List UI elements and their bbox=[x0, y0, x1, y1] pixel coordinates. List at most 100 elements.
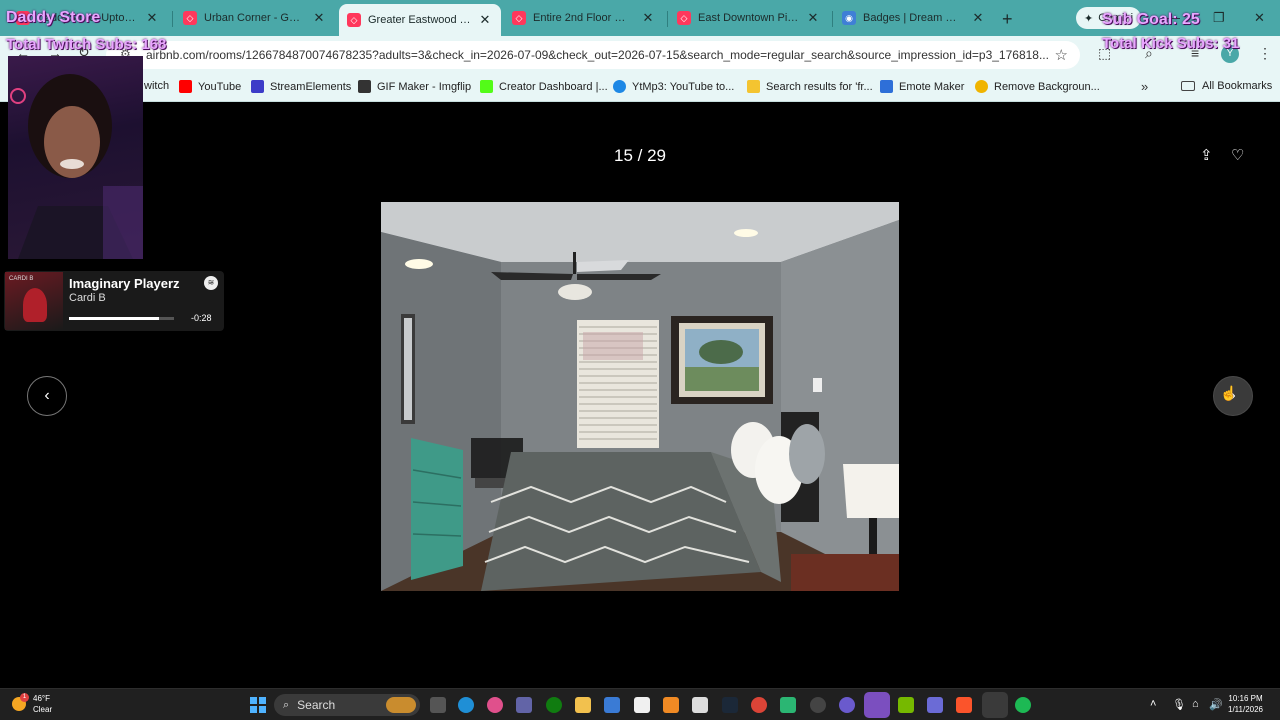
steam-icon[interactable] bbox=[722, 697, 738, 713]
search-highlight-icon bbox=[386, 697, 416, 713]
address-bar[interactable]: ⚙ airbnb.com/rooms/1266784870074678235?a… bbox=[106, 41, 1080, 69]
emote-maker-icon bbox=[880, 80, 893, 93]
tray-overflow-icon[interactable]: ˄ bbox=[1150, 698, 1156, 710]
nvidia-icon[interactable] bbox=[898, 697, 914, 713]
obs-icon[interactable] bbox=[810, 697, 826, 713]
previous-photo-button[interactable]: ‹ bbox=[27, 376, 67, 416]
url-text: airbnb.com/rooms/1266784870074678235?adu… bbox=[146, 48, 1049, 62]
chrome-active-icon[interactable] bbox=[982, 692, 1008, 718]
network-icon[interactable]: ⌂ bbox=[1192, 698, 1199, 710]
weather-sun-icon: 1 bbox=[12, 693, 29, 711]
tab-3[interactable]: ◇ Entire 2nd Floor Mont ✕ bbox=[504, 4, 664, 32]
streamelements-icon bbox=[251, 80, 264, 93]
airbnb-icon: ◇ bbox=[512, 11, 526, 25]
app-purple-icon[interactable] bbox=[839, 697, 855, 713]
edge-icon[interactable] bbox=[458, 697, 474, 713]
tab-title: Urban Corner - Guestl bbox=[204, 12, 305, 24]
close-icon[interactable]: ✕ bbox=[144, 10, 160, 26]
windows-start-icon[interactable] bbox=[250, 697, 266, 713]
song-artist: Cardi B bbox=[69, 292, 106, 304]
app-blue-icon[interactable] bbox=[927, 697, 943, 713]
restore-icon[interactable]: ❐ bbox=[1213, 10, 1225, 26]
stream-user-label: Daddy Store bbox=[6, 9, 101, 26]
twitch-subs-counter: Total Twitch Subs: 168 bbox=[6, 36, 167, 53]
close-icon[interactable]: ✕ bbox=[970, 10, 986, 26]
all-bookmarks-button[interactable]: All Bookmarks bbox=[1181, 80, 1272, 92]
bookmark-label: witch bbox=[144, 80, 170, 92]
tab-1[interactable]: ◇ Urban Corner - Guestl ✕ bbox=[175, 4, 335, 32]
notepad-icon[interactable] bbox=[634, 697, 650, 713]
spotify-taskbar-icon[interactable] bbox=[1015, 697, 1031, 713]
tab-strip: ◇ DaddyStore: Uptown - Val ✕ ◇ Urban Cor… bbox=[0, 0, 1280, 36]
photo-counter: 15 / 29 bbox=[614, 146, 666, 165]
close-icon[interactable]: ✕ bbox=[640, 10, 656, 26]
webcam-overlay bbox=[8, 56, 143, 259]
tab-2-active[interactable]: ◇ Greater Eastwood Trip ✕ bbox=[339, 4, 501, 36]
app-orange-icon[interactable] bbox=[663, 697, 679, 713]
brave-icon[interactable] bbox=[956, 697, 972, 713]
taskbar-search[interactable]: ⌕ Search bbox=[274, 694, 420, 716]
close-window-icon[interactable]: ✕ bbox=[1254, 10, 1265, 26]
tab-title: East Downtown Pied- bbox=[698, 12, 799, 24]
heart-icon[interactable]: ♡ bbox=[1231, 146, 1244, 164]
share-icon[interactable]: ⇪ bbox=[1200, 146, 1213, 164]
copilot-icon[interactable] bbox=[487, 697, 503, 713]
bookmark-kick[interactable]: Creator Dashboard |... bbox=[480, 80, 608, 93]
bookmark-label: GIF Maker - Imgflip bbox=[377, 80, 472, 93]
airbnb-icon: ◇ bbox=[183, 11, 197, 25]
sub-goal-counter: Sub Goal: 25 bbox=[1102, 11, 1200, 28]
bookmark-twitch[interactable]: witch bbox=[144, 80, 169, 92]
bookmark-youtube[interactable]: YouTube bbox=[179, 80, 241, 93]
store-icon[interactable] bbox=[604, 697, 620, 713]
bookmark-label: Search results for 'fr... bbox=[766, 80, 873, 93]
temperature: 46°F bbox=[33, 694, 50, 703]
dream-icon: ◉ bbox=[842, 11, 856, 25]
teams-icon[interactable] bbox=[516, 697, 532, 713]
app-green-icon[interactable] bbox=[780, 697, 796, 713]
snipping-tool-icon[interactable] bbox=[692, 697, 708, 713]
discord-icon[interactable] bbox=[864, 692, 890, 718]
song-title: Imaginary Playerz bbox=[69, 276, 180, 291]
file-explorer-icon[interactable] bbox=[575, 697, 591, 713]
airbnb-icon: ◇ bbox=[347, 13, 361, 27]
tab-5[interactable]: ◉ Badges | Dream Conve ✕ bbox=[834, 4, 994, 32]
weather-widget[interactable]: 1 46°F Clear bbox=[12, 693, 52, 715]
star-icon[interactable]: ☆ bbox=[1055, 46, 1068, 64]
weather-condition: Clear bbox=[33, 705, 53, 714]
bookmark-streamelements[interactable]: StreamElements bbox=[251, 80, 351, 93]
now-playing-widget: CARDI B Imaginary Playerz Cardi B ≋ -0:2… bbox=[4, 271, 224, 331]
bookmark-remove-bg[interactable]: Remove Backgroun... bbox=[975, 80, 1100, 93]
close-icon[interactable]: ✕ bbox=[805, 10, 821, 26]
xbox-icon[interactable] bbox=[546, 697, 562, 713]
screen: ◇ DaddyStore: Uptown - Val ✕ ◇ Urban Cor… bbox=[0, 0, 1280, 720]
bookmark-ytmp3[interactable]: YtMp3: YouTube to... bbox=[613, 80, 734, 93]
ytmp3-icon bbox=[613, 80, 626, 93]
song-progress-bar bbox=[69, 317, 174, 320]
microphone-icon[interactable]: 🎙 bbox=[1172, 698, 1186, 711]
remove-bg-icon bbox=[975, 80, 988, 93]
browser-toolbar: ← → ↻ ⚙ airbnb.com/rooms/126678487007467… bbox=[0, 36, 1280, 74]
bookmark-emote-maker[interactable]: Emote Maker bbox=[880, 80, 964, 93]
imgflip-icon bbox=[358, 80, 371, 93]
bookmark-search-results[interactable]: Search results for 'fr... bbox=[747, 80, 873, 93]
bookmark-label: YouTube bbox=[198, 80, 242, 93]
tab-4[interactable]: ◇ East Downtown Pied- ✕ bbox=[669, 4, 829, 32]
tab-divider bbox=[667, 11, 668, 27]
tab-title: Greater Eastwood Trip bbox=[368, 14, 471, 26]
menu-icon[interactable]: ⋮ bbox=[1258, 45, 1272, 62]
bookmarks-overflow-icon[interactable]: » bbox=[1141, 79, 1148, 94]
folder-icon bbox=[1181, 81, 1195, 91]
new-tab-button[interactable]: + bbox=[1002, 9, 1013, 30]
volume-icon[interactable]: 🔊 bbox=[1209, 698, 1223, 711]
task-view-icon[interactable] bbox=[430, 697, 446, 713]
all-bookmarks-label: All Bookmarks bbox=[1202, 80, 1273, 92]
song-progress-fill bbox=[69, 317, 160, 320]
bookmark-imgflip[interactable]: GIF Maker - Imgflip bbox=[358, 80, 471, 93]
close-icon[interactable]: ✕ bbox=[477, 12, 493, 28]
close-icon[interactable]: ✕ bbox=[311, 10, 327, 26]
taskbar-clock[interactable]: 10:16 PM 1/11/2026 bbox=[1228, 693, 1263, 715]
chrome-icon[interactable] bbox=[751, 697, 767, 713]
song-remaining-time: -0:28 bbox=[191, 313, 212, 323]
bookmarks-bar: witch YouTube StreamElements GIF Maker -… bbox=[0, 74, 1280, 102]
spotify-icon: ≋ bbox=[204, 276, 218, 290]
